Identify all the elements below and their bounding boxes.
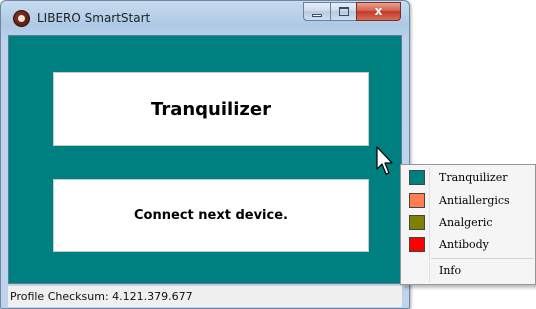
mouse-cursor-icon xyxy=(376,146,393,175)
window-controls: x xyxy=(303,2,401,21)
olive-color-swatch-icon xyxy=(409,215,425,230)
coral-color-swatch-icon xyxy=(409,193,425,208)
menu-item-info[interactable]: Info xyxy=(404,260,532,281)
app-icon xyxy=(13,10,30,27)
minimize-icon xyxy=(312,14,322,17)
menu-item-analgeric[interactable]: Analgeric xyxy=(404,212,532,233)
close-icon: x xyxy=(374,4,383,18)
program-panel: Tranquilizer xyxy=(53,72,369,146)
red-color-swatch-icon xyxy=(409,237,425,252)
menu-item-antibody[interactable]: Antibody xyxy=(404,234,532,255)
menu-item-label: Antiallergics xyxy=(439,194,510,207)
title-bar[interactable]: LIBERO SmartStart x xyxy=(1,1,409,35)
window-title: LIBERO SmartStart xyxy=(37,11,151,25)
program-label: Tranquilizer xyxy=(151,98,271,120)
menu-separator xyxy=(431,258,534,259)
minimize-button[interactable] xyxy=(303,2,330,21)
menu-item-label: Analgeric xyxy=(439,216,493,229)
maximize-button[interactable] xyxy=(330,2,356,21)
close-button[interactable]: x xyxy=(356,2,401,21)
menu-item-label: Antibody xyxy=(439,238,489,251)
context-menu: Tranquilizer Antiallergics Analgeric Ant… xyxy=(400,164,536,285)
menu-item-label: Tranquilizer xyxy=(439,171,508,184)
main-area: Tranquilizer Connect next device. xyxy=(8,35,402,284)
menu-item-label: Info xyxy=(439,264,462,277)
menu-item-antiallergics[interactable]: Antiallergics xyxy=(404,190,532,211)
maximize-icon xyxy=(339,7,349,16)
status-message: Connect next device. xyxy=(134,208,288,223)
menu-item-tranquilizer[interactable]: Tranquilizer xyxy=(404,167,532,188)
app-window: LIBERO SmartStart x Tranquilizer Connect… xyxy=(0,0,410,309)
teal-color-swatch-icon xyxy=(409,170,425,185)
profile-checksum: Profile Checksum: 4.121.379.677 xyxy=(10,290,193,303)
status-bar: Profile Checksum: 4.121.379.677 xyxy=(8,285,402,307)
status-message-panel: Connect next device. xyxy=(53,179,369,252)
